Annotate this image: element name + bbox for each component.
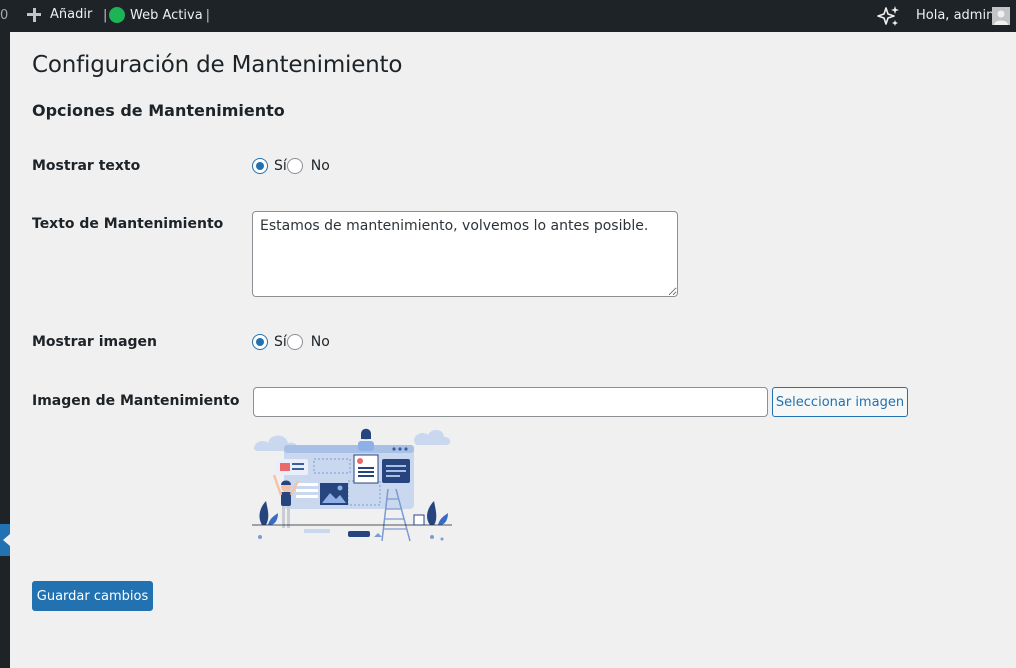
section-title: Opciones de Mantenimiento	[32, 101, 285, 120]
show-image-no-label[interactable]: No	[311, 334, 330, 350]
admin-side-menu	[0, 32, 10, 668]
admin-bar: 0 Añadir | Web Activa | Hola, admin	[0, 0, 1016, 32]
show-image-label: Mostrar imagen	[32, 334, 158, 350]
add-new-label: Añadir	[50, 7, 93, 22]
select-image-button[interactable]: Seleccionar imagen	[772, 387, 908, 417]
show-image-yes-label[interactable]: Sí	[274, 334, 287, 350]
current-menu-arrow-icon	[0, 524, 10, 556]
counter-text: 0	[0, 8, 9, 23]
add-new-menu[interactable]: Añadir	[27, 7, 92, 22]
separator: |	[103, 8, 108, 23]
show-text-label: Mostrar texto	[32, 158, 141, 174]
image-url-input[interactable]	[253, 387, 768, 417]
site-status-item[interactable]: Web Activa |	[109, 7, 210, 23]
plus-icon	[27, 7, 41, 22]
show-text-yes-label[interactable]: Sí	[274, 158, 287, 174]
maintenance-image-label: Imagen de Mantenimiento	[32, 393, 240, 409]
avatar[interactable]	[992, 7, 1010, 25]
show-text-no-radio[interactable]	[286, 158, 303, 174]
status-dot-icon	[109, 7, 125, 23]
show-image-yes-radio[interactable]	[252, 334, 268, 350]
show-text-yes-radio[interactable]	[252, 158, 268, 174]
save-changes-button[interactable]: Guardar cambios	[32, 581, 153, 611]
show-text-radio-group: Sí No	[252, 158, 330, 174]
page-title: Configuración de Mantenimiento	[32, 52, 403, 78]
sparkle-icon[interactable]	[876, 5, 900, 27]
user-greeting[interactable]: Hola, admin	[916, 8, 994, 23]
site-status-label: Web Activa	[130, 7, 203, 23]
show-image-radio-group: Sí No	[252, 334, 330, 350]
separator: |	[205, 7, 211, 23]
maintenance-text-field[interactable]: Estamos de mantenimiento, volvemos lo an…	[252, 211, 678, 297]
maintenance-text-label: Texto de Mantenimiento	[32, 216, 224, 232]
show-text-no-label[interactable]: No	[311, 158, 330, 174]
show-image-no-radio[interactable]	[286, 334, 303, 350]
user-avatar-icon	[992, 7, 1010, 25]
maintenance-image-preview	[252, 428, 452, 542]
